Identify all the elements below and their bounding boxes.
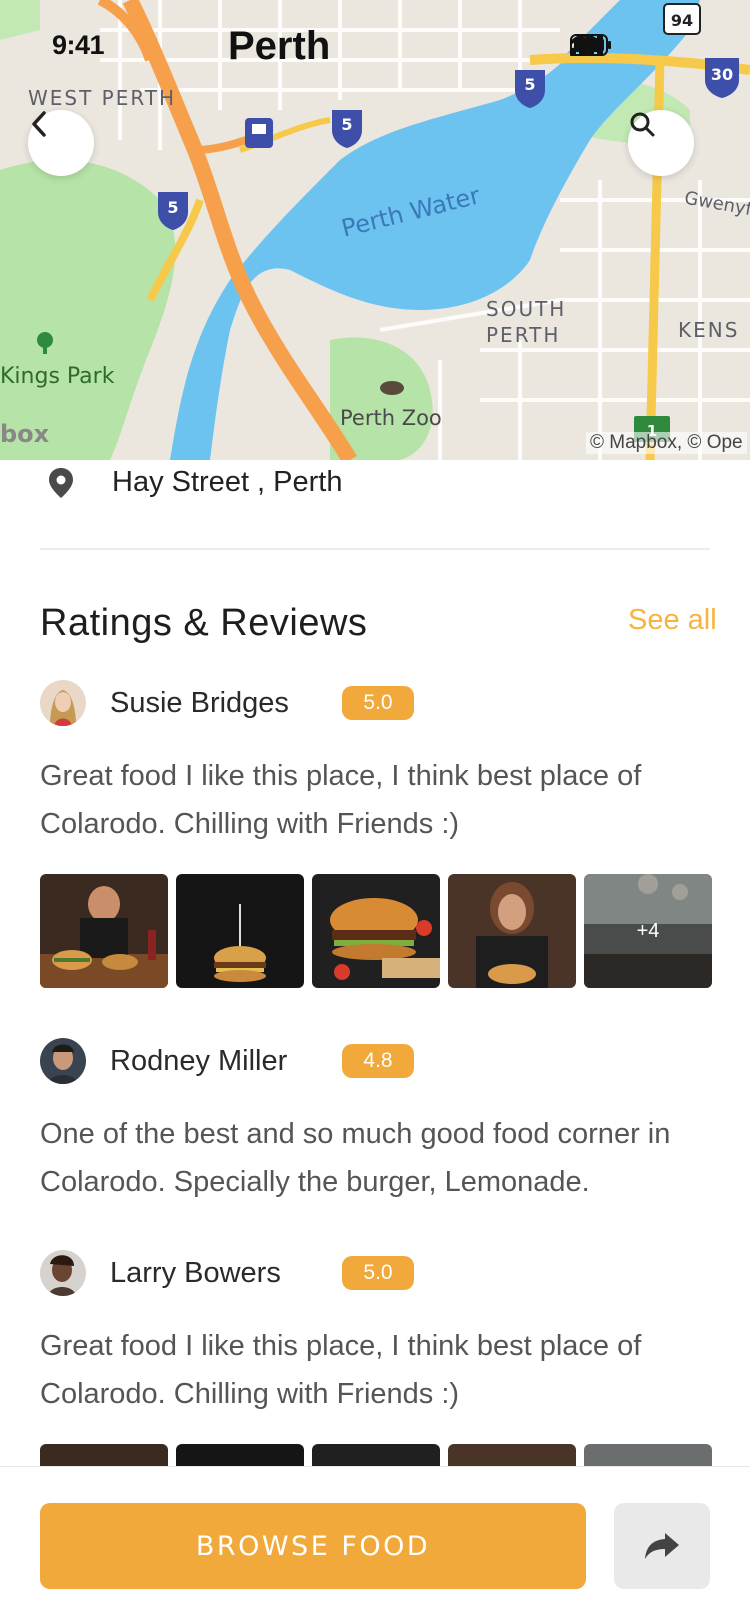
share-button[interactable] <box>614 1503 710 1589</box>
review-item: Susie Bridges 5.0 Great food I like this… <box>40 680 720 988</box>
reviewer-row[interactable]: Rodney Miller 4.8 <box>40 1038 720 1084</box>
reviews-section-title: Ratings & Reviews <box>40 602 368 644</box>
svg-text:94: 94 <box>671 11 693 30</box>
rating-badge: 5.0 <box>342 1256 414 1290</box>
mapbox-logo: box <box>0 420 50 448</box>
map-city-title: Perth <box>228 24 331 68</box>
review-photo[interactable] <box>448 874 576 988</box>
rating-badge: 5.0 <box>342 686 414 720</box>
status-bar-time: 9:41 <box>52 30 105 60</box>
map-search-button[interactable] <box>628 110 694 176</box>
svg-text:5: 5 <box>167 198 178 217</box>
bottom-action-bar: BROWSE FOOD <box>0 1466 750 1624</box>
route-shield: 94 <box>663 3 701 35</box>
avatar[interactable] <box>40 680 86 726</box>
map-attribution[interactable]: © Mapbox, © Ope <box>586 432 747 454</box>
address-row[interactable]: Hay Street , Perth <box>48 466 343 499</box>
reviewer-name: Rodney Miller <box>110 1044 288 1077</box>
rating-badge: 4.8 <box>342 1044 414 1078</box>
review-text: Great food I like this place, I think be… <box>40 760 642 840</box>
back-button[interactable] <box>28 110 94 176</box>
review-text: One of the best and so much good food co… <box>40 1118 671 1198</box>
share-arrow-icon <box>645 1533 679 1559</box>
svg-text:5: 5 <box>341 115 352 134</box>
battery-icon <box>570 34 611 56</box>
map-label-kings-park: Kings Park <box>0 364 115 389</box>
review-item: Rodney Miller 4.8 One of the best and so… <box>40 1038 720 1206</box>
map-label-south-perth: SOUTH PERTH <box>486 297 567 347</box>
review-photos: +4 <box>40 874 720 988</box>
svg-text:5: 5 <box>524 75 535 94</box>
review-photo-more[interactable]: +4 <box>584 874 712 988</box>
review-photo[interactable] <box>176 874 304 988</box>
map-view[interactable]: 5 5 5 30 94 1 WEST PERTH Perth Water SOU… <box>0 0 750 460</box>
review-photo[interactable] <box>312 874 440 988</box>
reviewer-row[interactable]: Susie Bridges 5.0 <box>40 680 720 726</box>
svg-text:30: 30 <box>711 65 733 84</box>
map-label-west-perth: WEST PERTH <box>28 86 177 110</box>
avatar[interactable] <box>40 1038 86 1084</box>
reviewer-name: Larry Bowers <box>110 1256 281 1289</box>
see-all-link[interactable]: See all <box>628 604 717 637</box>
more-photos-count: +4 <box>584 874 712 988</box>
map-label-kens: KENS <box>678 318 740 342</box>
map-label-perth-zoo: Perth Zoo <box>340 406 442 430</box>
review-text: Great food I like this place, I think be… <box>40 1330 642 1410</box>
address-text: Hay Street , Perth <box>112 466 343 498</box>
browse-food-button[interactable]: BROWSE FOOD <box>40 1503 586 1589</box>
avatar[interactable] <box>40 1250 86 1296</box>
location-pin-icon <box>49 467 73 498</box>
zoo-icon <box>380 381 404 395</box>
chevron-left-icon <box>32 111 46 137</box>
search-icon <box>630 112 655 137</box>
divider <box>40 548 710 550</box>
review-photo[interactable] <box>40 874 168 988</box>
reviewer-name: Susie Bridges <box>110 686 289 719</box>
reviewer-row[interactable]: Larry Bowers 5.0 <box>40 1250 720 1296</box>
park-icon <box>37 332 53 348</box>
